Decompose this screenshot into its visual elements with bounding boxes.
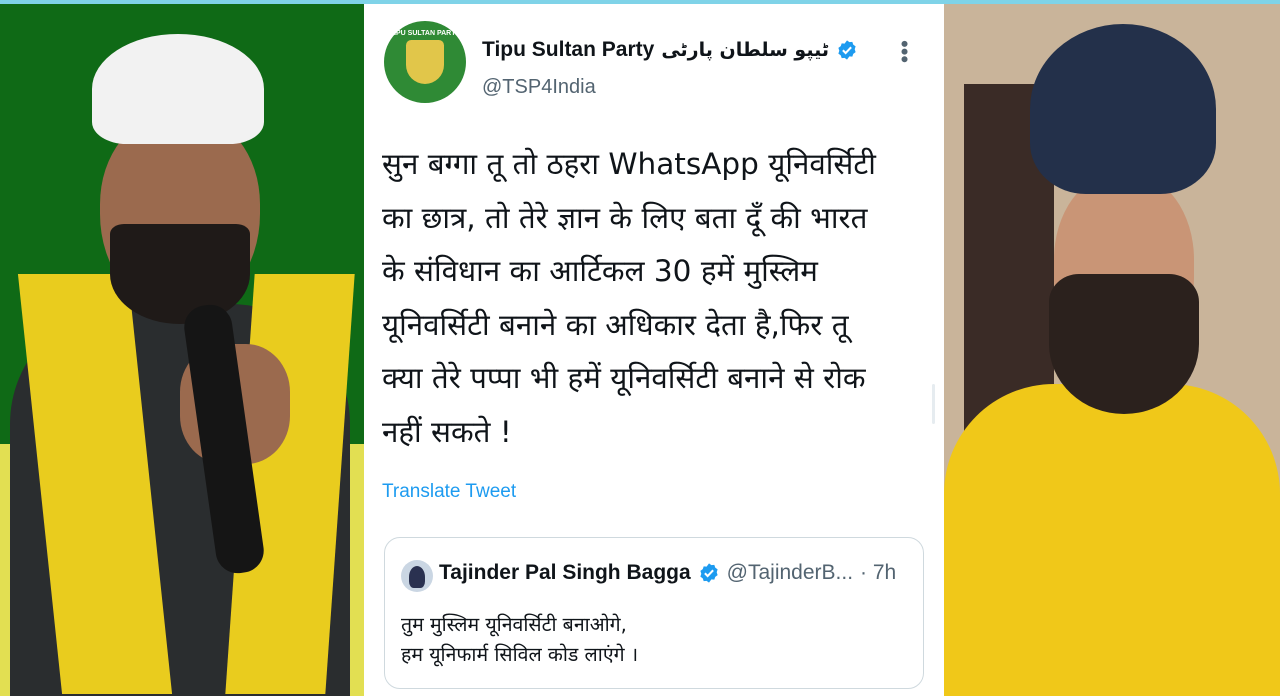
verified-badge-icon — [700, 563, 718, 583]
speaker-beard — [110, 224, 250, 324]
right-person-photo — [944, 4, 1280, 696]
tweet-line: यूनिवर्सिटी बनाने का अधिकार देता है,फिर … — [382, 307, 849, 342]
quoted-tweet-body: तुम मुस्लिम यूनिवर्सिटी बनाओगे, हम यूनिफ… — [401, 610, 638, 670]
author-urdu-name[interactable]: ٹیپو سلطان پارٹی — [661, 39, 829, 61]
author-display-name[interactable]: Tipu Sultan Party — [482, 38, 654, 62]
person-turban — [1030, 24, 1216, 194]
tweet-line: सुन बग्गा तू तो ठहरा WhatsApp यूनिवर्सिट… — [382, 147, 876, 181]
speaker-cap — [92, 34, 264, 144]
quoted-author-name[interactable]: Tajinder Pal Singh Bagga — [439, 561, 691, 585]
author-name-line[interactable]: Tipu Sultan Party ٹیپو سلطان پارٹی — [482, 36, 858, 64]
quoted-tweet[interactable]: Tajinder Pal Singh Bagga @TajinderB... ·… — [384, 537, 924, 689]
scrollbar[interactable] — [932, 384, 935, 424]
left-speaker-photo — [0, 4, 364, 696]
profile-avatar[interactable]: TIPU SULTAN PARTY — [384, 21, 466, 103]
quoted-author-avatar[interactable] — [401, 560, 433, 592]
tweet-line: नहीं सकते ! — [382, 414, 512, 449]
tweet-line: का छात्र, तो तेरे ज्ञान के लिए बता दूँ क… — [382, 200, 868, 235]
quoted-author-line[interactable]: Tajinder Pal Singh Bagga @TajinderB... ·… — [439, 561, 896, 585]
avatar-logo-text: TIPU SULTAN PARTY — [389, 30, 461, 37]
tweet-card[interactable]: TIPU SULTAN PARTY Tipu Sultan Party ٹیپو… — [364, 4, 944, 696]
quoted-line: हम यूनिफार्म सिविल कोड लाएंगे । — [401, 643, 639, 666]
quoted-author-handle[interactable]: @TajinderB... — [727, 561, 853, 585]
tweet-body: सुन बग्गा तू तो ठहरा WhatsApp यूनिवर्सिट… — [382, 138, 927, 460]
tweet-line: क्या तेरे पप्पा भी हमें यूनिवर्सिटी बनान… — [382, 361, 866, 396]
shield-logo-icon — [406, 40, 444, 84]
verified-badge-icon — [838, 40, 856, 60]
tweet-line: के संविधान का आर्टिकल 30 हमें मुस्लिम — [382, 254, 818, 289]
more-options-icon[interactable]: ••• — [892, 40, 917, 63]
translate-tweet-link[interactable]: Translate Tweet — [382, 481, 516, 503]
author-handle[interactable]: @TSP4India — [482, 76, 596, 99]
quoted-tweet-time[interactable]: · 7h — [860, 561, 896, 585]
avatar-figure-icon — [409, 566, 425, 588]
person-shirt — [944, 384, 1280, 696]
person-beard — [1049, 274, 1199, 414]
quoted-line: तुम मुस्लिम यूनिवर्सिटी बनाओगे, — [401, 613, 627, 636]
